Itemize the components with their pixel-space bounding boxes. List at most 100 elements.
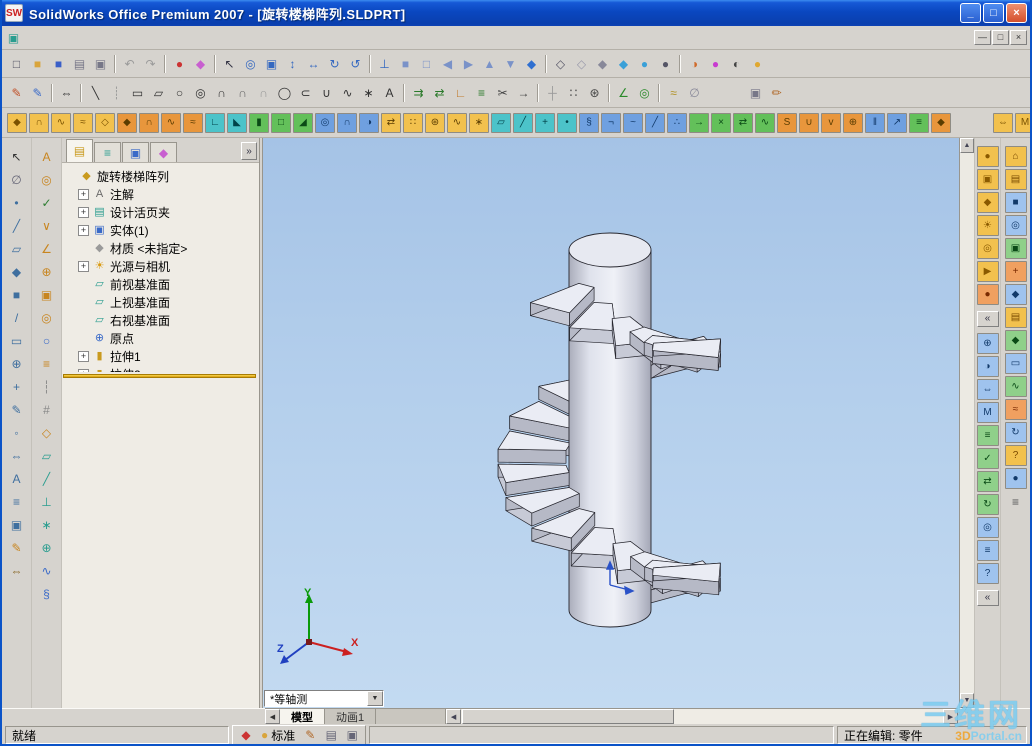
grid-snap-button[interactable]: ▤	[322, 727, 340, 744]
move-face-button[interactable]: →	[689, 112, 709, 133]
draft-button[interactable]: ◢	[293, 112, 313, 133]
point-button[interactable]: ∗	[358, 82, 379, 103]
circular-sketch-pattern-button[interactable]: ⊛	[584, 82, 605, 103]
tree-item-extrude1[interactable]: + ▮ 拉伸1	[65, 347, 259, 365]
filter-surfaces-button[interactable]: ◆	[6, 261, 28, 282]
section-tool-button[interactable]: ◑	[976, 356, 999, 377]
flex-button[interactable]: S	[777, 112, 797, 133]
chamfer-button[interactable]: ◣	[227, 112, 247, 133]
deform-button[interactable]: ∪	[799, 112, 819, 133]
menu-view[interactable]	[54, 35, 70, 41]
revolve-boss-button[interactable]: ∩	[29, 112, 49, 133]
plane-button[interactable]: ▱	[36, 445, 58, 466]
forum-button[interactable]: ●	[1004, 468, 1027, 489]
units-button[interactable]: ▣	[343, 727, 361, 744]
replace-face-button[interactable]: ⇄	[733, 112, 753, 133]
rollback-bar[interactable]	[63, 374, 256, 378]
update-button[interactable]: ↻	[976, 494, 999, 515]
zoom-area-button[interactable]: ▣	[261, 53, 282, 74]
spell-check-button[interactable]: ✓	[36, 192, 58, 213]
make-assembly-button[interactable]: ▣	[90, 53, 111, 74]
curve-through-points-button[interactable]: ∴	[667, 112, 687, 133]
menu-file[interactable]	[22, 35, 38, 41]
linear-sketch-pattern-button[interactable]: ∷	[563, 82, 584, 103]
realview-button[interactable]: ●	[747, 53, 768, 74]
walkthrough-button[interactable]: ▶	[976, 261, 999, 282]
loft-boss-button[interactable]: ≈	[73, 112, 93, 133]
menu-insert[interactable]	[70, 35, 86, 41]
filter-vertices-button[interactable]: •	[6, 192, 28, 213]
expand-toggle-icon[interactable]: +	[78, 260, 89, 272]
coordinate-system-button[interactable]: +	[535, 112, 555, 133]
document-recovery-button[interactable]: +	[1004, 261, 1027, 282]
parallelogram-button[interactable]: ▱	[148, 82, 169, 103]
mirror-feature-button[interactable]: ⇄	[381, 112, 401, 133]
spline-button[interactable]: ∿	[337, 82, 358, 103]
partial-ellipse-button[interactable]: ⊂	[295, 82, 316, 103]
circle-button[interactable]: ○	[169, 82, 190, 103]
filter-midpoints-button[interactable]: ◦	[6, 422, 28, 443]
sketch-fillet-button[interactable]: ∟	[450, 82, 471, 103]
tree-item-root[interactable]: ◆ 旋转楼梯阵列	[65, 167, 259, 185]
menu-help[interactable]	[182, 35, 198, 41]
dropdown-arrow-icon[interactable]: ▼	[367, 691, 383, 706]
expand-toggle-icon[interactable]: +	[78, 188, 89, 200]
tree-item-extrude2[interactable]: + ▮ 拉伸2	[65, 365, 259, 372]
view-orientation-combo[interactable]: *等轴测 ▼	[264, 690, 384, 707]
text-button[interactable]: A	[379, 82, 400, 103]
menu-tools[interactable]	[86, 35, 102, 41]
curve-driven-pattern-button[interactable]: ∿	[447, 112, 467, 133]
parabola-button[interactable]: ∪	[316, 82, 337, 103]
split-line-button[interactable]: ╱	[645, 112, 665, 133]
display-relations-button[interactable]: ◎	[634, 82, 655, 103]
tree-item-top-plane[interactable]: ▱ 上视基准面	[65, 293, 259, 311]
menu-window[interactable]	[166, 35, 182, 41]
tree-item-solid-bodies[interactable]: + ▣ 实体(1)	[65, 221, 259, 239]
hidden-lines-visible-button[interactable]: ◇	[571, 53, 592, 74]
undo-button[interactable]: ↶	[119, 53, 140, 74]
wrap-button[interactable]: ◑	[359, 112, 379, 133]
pdm-vault-button[interactable]: ◆	[1004, 284, 1027, 305]
zoom-tool-button[interactable]: ◎	[976, 517, 999, 538]
sketch-button[interactable]: ✎	[6, 82, 27, 103]
revolve-cut-button[interactable]: ∩	[139, 112, 159, 133]
configurationmanager-tab[interactable]: ▣	[122, 142, 149, 162]
helix-spiral-button[interactable]: §	[579, 112, 599, 133]
expand-toggle-icon[interactable]: +	[78, 368, 89, 372]
scene-button[interactable]: ▣	[976, 169, 999, 190]
child-close-button[interactable]: ×	[1010, 30, 1027, 45]
filter-edges-button[interactable]: ╱	[6, 215, 28, 236]
pan-button[interactable]: ↔	[303, 53, 324, 74]
redo-button[interactable]: ↷	[140, 53, 161, 74]
menu-utilities[interactable]	[102, 35, 118, 41]
filter-axes-button[interactable]: /	[6, 307, 28, 328]
menu-edit[interactable]	[38, 35, 54, 41]
vertical-scroll-track[interactable]	[960, 153, 974, 693]
content-central-button[interactable]: ◆	[1004, 330, 1027, 351]
helix-button[interactable]: §	[36, 583, 58, 604]
propertymanager-tab[interactable]: ≡	[94, 142, 121, 162]
new-file-button[interactable]: □	[6, 53, 27, 74]
dome-button[interactable]: ∩	[337, 112, 357, 133]
lights-button[interactable]: ☀	[976, 215, 999, 236]
cosmetic-thread-button[interactable]: ≡	[36, 353, 58, 374]
rapid-sketch-button[interactable]: ≈	[663, 82, 684, 103]
surface-finish-button[interactable]: ∨	[36, 215, 58, 236]
filter-datums-button[interactable]: ▣	[6, 514, 28, 535]
zebra-stripes-button[interactable]: ◐	[726, 53, 747, 74]
section-view-button[interactable]: ◑	[684, 53, 705, 74]
combine-button[interactable]: ⊕	[843, 112, 863, 133]
measure-tool-button[interactable]: ⇔	[976, 379, 999, 400]
drawings-button[interactable]: ▭	[1004, 353, 1027, 374]
filter-coordinate-systems-button[interactable]: +	[6, 376, 28, 397]
save-button[interactable]: ■	[48, 53, 69, 74]
shell-button[interactable]: □	[271, 112, 291, 133]
move-triad-button[interactable]: ⊕	[976, 333, 999, 354]
instant3d-button[interactable]: ◆	[931, 112, 951, 133]
scroll-up-icon[interactable]: ▲	[960, 138, 974, 153]
check-tool-button[interactable]: ✓	[976, 448, 999, 469]
design-library-button[interactable]: ▤	[1004, 169, 1027, 190]
point-ref-button[interactable]: ∗	[36, 514, 58, 535]
back-view-button[interactable]: □	[416, 53, 437, 74]
open-file-button[interactable]: ■	[27, 53, 48, 74]
